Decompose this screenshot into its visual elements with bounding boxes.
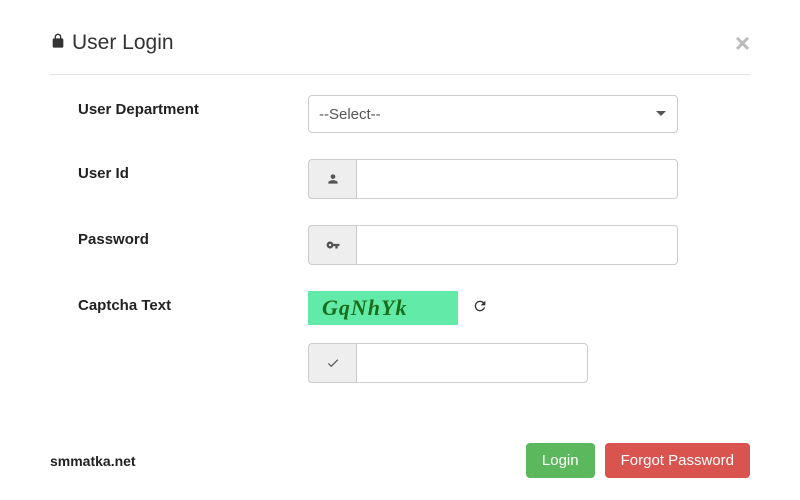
- modal-title: User Login: [50, 31, 174, 55]
- password-control: [308, 225, 678, 265]
- department-label: User Department: [78, 95, 308, 118]
- captcha-input-control: [308, 343, 678, 383]
- captcha-code: GqNhYk: [322, 295, 407, 321]
- page-title: User Login: [72, 31, 174, 55]
- login-button[interactable]: Login: [526, 443, 595, 478]
- login-form: User Department --Select-- User Id Passw…: [50, 75, 750, 383]
- check-icon: [308, 343, 356, 383]
- close-icon[interactable]: ×: [735, 30, 750, 56]
- modal-footer: smmatka.net Login Forgot Password: [50, 443, 750, 478]
- forgot-password-button[interactable]: Forgot Password: [605, 443, 750, 478]
- userid-row: User Id: [78, 159, 750, 199]
- password-row: Password: [78, 225, 750, 265]
- key-icon: [308, 225, 356, 265]
- userid-control: [308, 159, 678, 199]
- department-select[interactable]: --Select--: [308, 95, 678, 133]
- userid-input[interactable]: [356, 159, 678, 199]
- captcha-row: Captcha Text GqNhYk: [78, 291, 750, 325]
- refresh-icon[interactable]: [472, 298, 488, 319]
- site-name: smmatka.net: [50, 453, 136, 469]
- button-group: Login Forgot Password: [526, 443, 750, 478]
- captcha-label: Captcha Text: [78, 291, 308, 314]
- captcha-control: GqNhYk: [308, 291, 678, 325]
- captcha-input-row: [78, 343, 750, 383]
- password-input[interactable]: [356, 225, 678, 265]
- userid-label: User Id: [78, 159, 308, 182]
- captcha-input-spacer: [78, 343, 308, 349]
- password-label: Password: [78, 225, 308, 248]
- modal-header: User Login ×: [50, 30, 750, 75]
- department-row: User Department --Select--: [78, 95, 750, 133]
- captcha-image: GqNhYk: [308, 291, 458, 325]
- lock-icon: [50, 31, 66, 55]
- captcha-input[interactable]: [356, 343, 588, 383]
- user-icon: [308, 159, 356, 199]
- department-select-wrap: --Select--: [308, 95, 678, 133]
